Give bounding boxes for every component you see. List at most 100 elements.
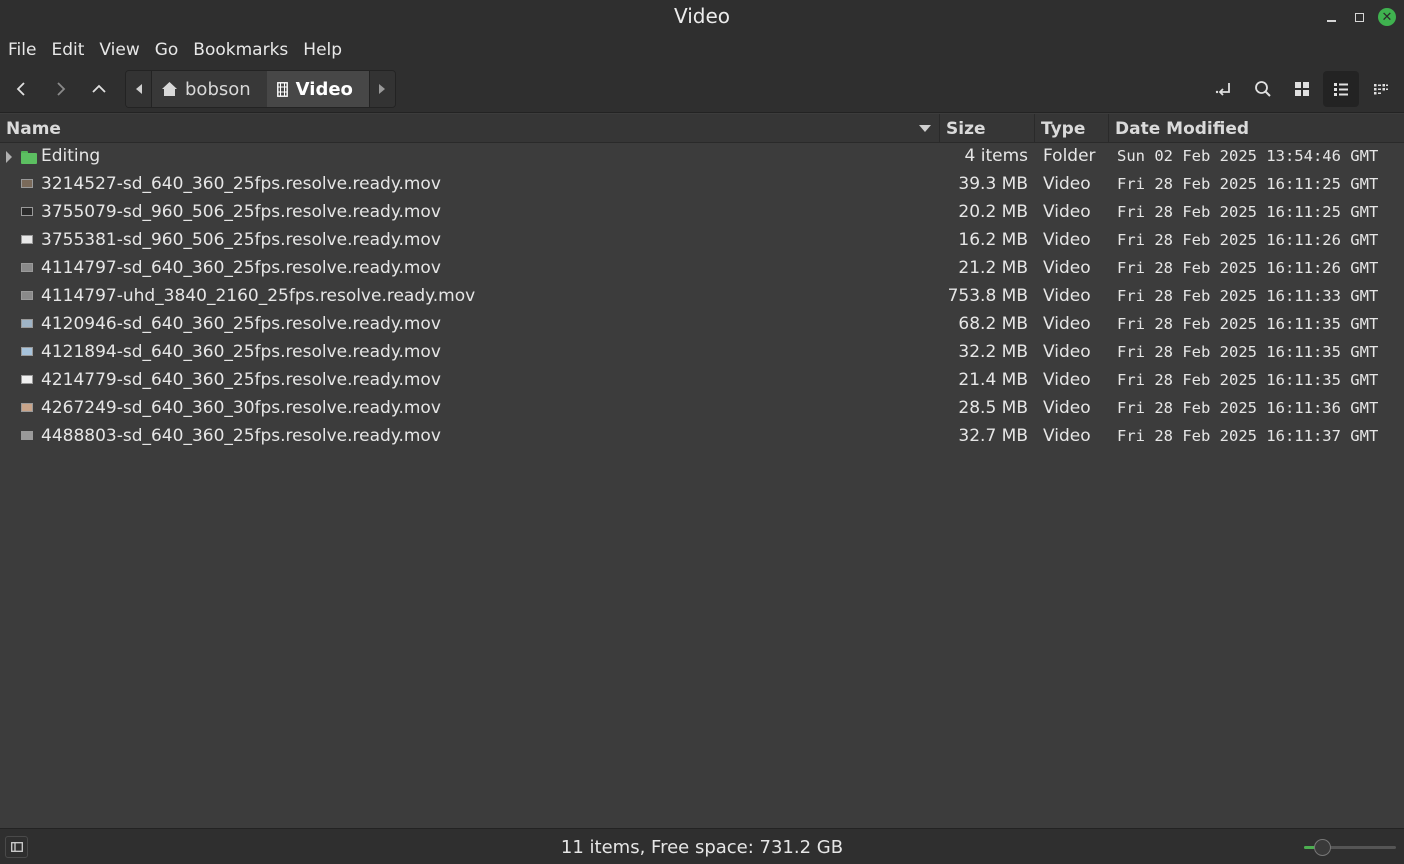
column-date-header[interactable]: Date Modified <box>1109 114 1404 143</box>
column-size-label: Size <box>946 118 986 139</box>
file-size: 21.2 MB <box>958 258 1028 278</box>
video-thumbnail-icon <box>21 291 33 300</box>
minimize-button[interactable] <box>1320 6 1342 28</box>
breadcrumb-home[interactable]: bobson <box>152 71 267 107</box>
file-type: Video <box>1043 230 1091 250</box>
menu-file[interactable]: File <box>2 40 42 60</box>
close-icon: ✕ <box>1378 8 1396 26</box>
file-date: Fri 28 Feb 2025 16:11:25 GMT <box>1117 175 1379 193</box>
table-row[interactable]: 4488803-sd_640_360_25fps.resolve.ready.m… <box>0 423 1404 451</box>
breadcrumb-video[interactable]: Video <box>266 71 369 107</box>
file-type: Video <box>1043 286 1091 306</box>
file-type: Video <box>1043 370 1091 390</box>
close-button[interactable]: ✕ <box>1376 6 1398 28</box>
grid-icon <box>1295 82 1309 96</box>
video-thumbnail-icon <box>21 431 33 440</box>
triangle-left-icon <box>135 84 142 94</box>
file-name: 4114797-sd_640_360_25fps.resolve.ready.m… <box>41 258 441 278</box>
file-name: 3755381-sd_960_506_25fps.resolve.ready.m… <box>41 230 441 250</box>
file-date: Fri 28 Feb 2025 16:11:26 GMT <box>1117 231 1379 249</box>
film-icon <box>276 81 288 97</box>
table-row[interactable]: 4114797-sd_640_360_25fps.resolve.ready.m… <box>0 255 1404 283</box>
file-date: Fri 28 Feb 2025 16:11:35 GMT <box>1117 371 1379 389</box>
column-size-header[interactable]: Size <box>940 114 1035 143</box>
file-size: 32.2 MB <box>958 342 1028 362</box>
video-thumbnail-icon <box>21 375 33 384</box>
menu-go[interactable]: Go <box>149 40 185 60</box>
breadcrumb-video-label: Video <box>295 78 353 100</box>
minimize-icon <box>1326 20 1336 22</box>
file-size: 68.2 MB <box>958 314 1028 334</box>
column-date-label: Date Modified <box>1115 118 1250 139</box>
breadcrumb-home-label: bobson <box>185 78 251 100</box>
file-name: 3214527-sd_640_360_25fps.resolve.ready.m… <box>41 174 441 194</box>
table-row[interactable]: Editing 4 items Folder Sun 02 Feb 2025 1… <box>0 143 1404 171</box>
table-row[interactable]: 3755381-sd_960_506_25fps.resolve.ready.m… <box>0 227 1404 255</box>
menu-edit[interactable]: Edit <box>45 40 90 60</box>
enter-location-icon <box>1215 83 1230 96</box>
back-button[interactable] <box>4 71 40 107</box>
file-name: 4488803-sd_640_360_25fps.resolve.ready.m… <box>41 426 441 446</box>
zoom-slider-handle[interactable] <box>1313 839 1331 856</box>
file-size: 4 items <box>964 146 1028 166</box>
video-thumbnail-icon <box>21 319 33 328</box>
video-thumbnail-icon <box>21 403 33 412</box>
table-row[interactable]: 4121894-sd_640_360_25fps.resolve.ready.m… <box>0 339 1404 367</box>
column-type-label: Type <box>1041 118 1086 139</box>
expand-arrow-icon[interactable] <box>6 151 12 163</box>
compact-view-button[interactable] <box>1363 71 1399 107</box>
chevron-right-icon <box>57 82 66 96</box>
video-thumbnail-icon <box>21 235 33 244</box>
triangle-right-icon <box>379 84 386 94</box>
menu-help[interactable]: Help <box>297 40 348 60</box>
search-button[interactable] <box>1245 71 1281 107</box>
file-date: Fri 28 Feb 2025 16:11:25 GMT <box>1117 203 1379 221</box>
forward-button[interactable] <box>42 71 78 107</box>
file-type: Video <box>1043 398 1091 418</box>
file-size: 753.8 MB <box>947 286 1028 306</box>
video-thumbnail-icon <box>21 207 33 216</box>
status-text: 11 items, Free space: 731.2 GB <box>560 837 844 858</box>
zoom-slider[interactable] <box>1304 839 1396 856</box>
status-bar: 11 items, Free space: 731.2 GB <box>0 828 1404 864</box>
table-row[interactable]: 4214779-sd_640_360_25fps.resolve.ready.m… <box>0 367 1404 395</box>
file-date: Sun 02 Feb 2025 13:54:46 GMT <box>1117 147 1379 165</box>
file-size: 39.3 MB <box>958 174 1028 194</box>
breadcrumb: bobson Video <box>125 70 396 108</box>
table-row[interactable]: 3214527-sd_640_360_25fps.resolve.ready.m… <box>0 171 1404 199</box>
file-name: 4114797-uhd_3840_2160_25fps.resolve.read… <box>41 286 476 306</box>
table-row[interactable]: 4114797-uhd_3840_2160_25fps.resolve.read… <box>0 283 1404 311</box>
window-title: Video <box>673 4 731 28</box>
video-thumbnail-icon <box>21 179 33 188</box>
toolbar: bobson Video <box>0 66 1404 113</box>
title-bar: Video ✕ <box>0 0 1404 34</box>
maximize-button[interactable] <box>1348 6 1370 28</box>
folder-icon <box>21 151 37 164</box>
file-name: 4214779-sd_640_360_25fps.resolve.ready.m… <box>41 370 441 390</box>
icon-view-button[interactable] <box>1284 71 1320 107</box>
menu-bookmarks[interactable]: Bookmarks <box>187 40 294 60</box>
menu-bar: File Edit View Go Bookmarks Help <box>0 34 1404 66</box>
up-button[interactable] <box>81 71 117 107</box>
chevron-left-icon <box>16 82 25 96</box>
chevron-up-icon <box>92 84 106 93</box>
file-date: Fri 28 Feb 2025 16:11:36 GMT <box>1117 399 1379 417</box>
file-name: 4267249-sd_640_360_30fps.resolve.ready.m… <box>41 398 441 418</box>
file-type: Video <box>1043 258 1091 278</box>
column-name-header[interactable]: Name <box>0 114 940 143</box>
location-toggle-button[interactable] <box>1206 71 1242 107</box>
file-name: 3755079-sd_960_506_25fps.resolve.ready.m… <box>41 202 441 222</box>
table-row[interactable]: 4120946-sd_640_360_25fps.resolve.ready.m… <box>0 311 1404 339</box>
video-thumbnail-icon <box>21 347 33 356</box>
file-type: Folder <box>1043 146 1096 166</box>
file-list: Editing 4 items Folder Sun 02 Feb 2025 1… <box>0 143 1404 451</box>
file-size: 28.5 MB <box>958 398 1028 418</box>
list-view-button[interactable] <box>1323 71 1359 107</box>
table-row[interactable]: 4267249-sd_640_360_30fps.resolve.ready.m… <box>0 395 1404 423</box>
table-row[interactable]: 3755079-sd_960_506_25fps.resolve.ready.m… <box>0 199 1404 227</box>
menu-view[interactable]: View <box>93 40 145 60</box>
breadcrumb-right-button[interactable] <box>368 71 395 107</box>
breadcrumb-left-button[interactable] <box>126 71 152 107</box>
column-type-header[interactable]: Type <box>1035 114 1109 143</box>
video-thumbnail-icon <box>21 263 33 272</box>
